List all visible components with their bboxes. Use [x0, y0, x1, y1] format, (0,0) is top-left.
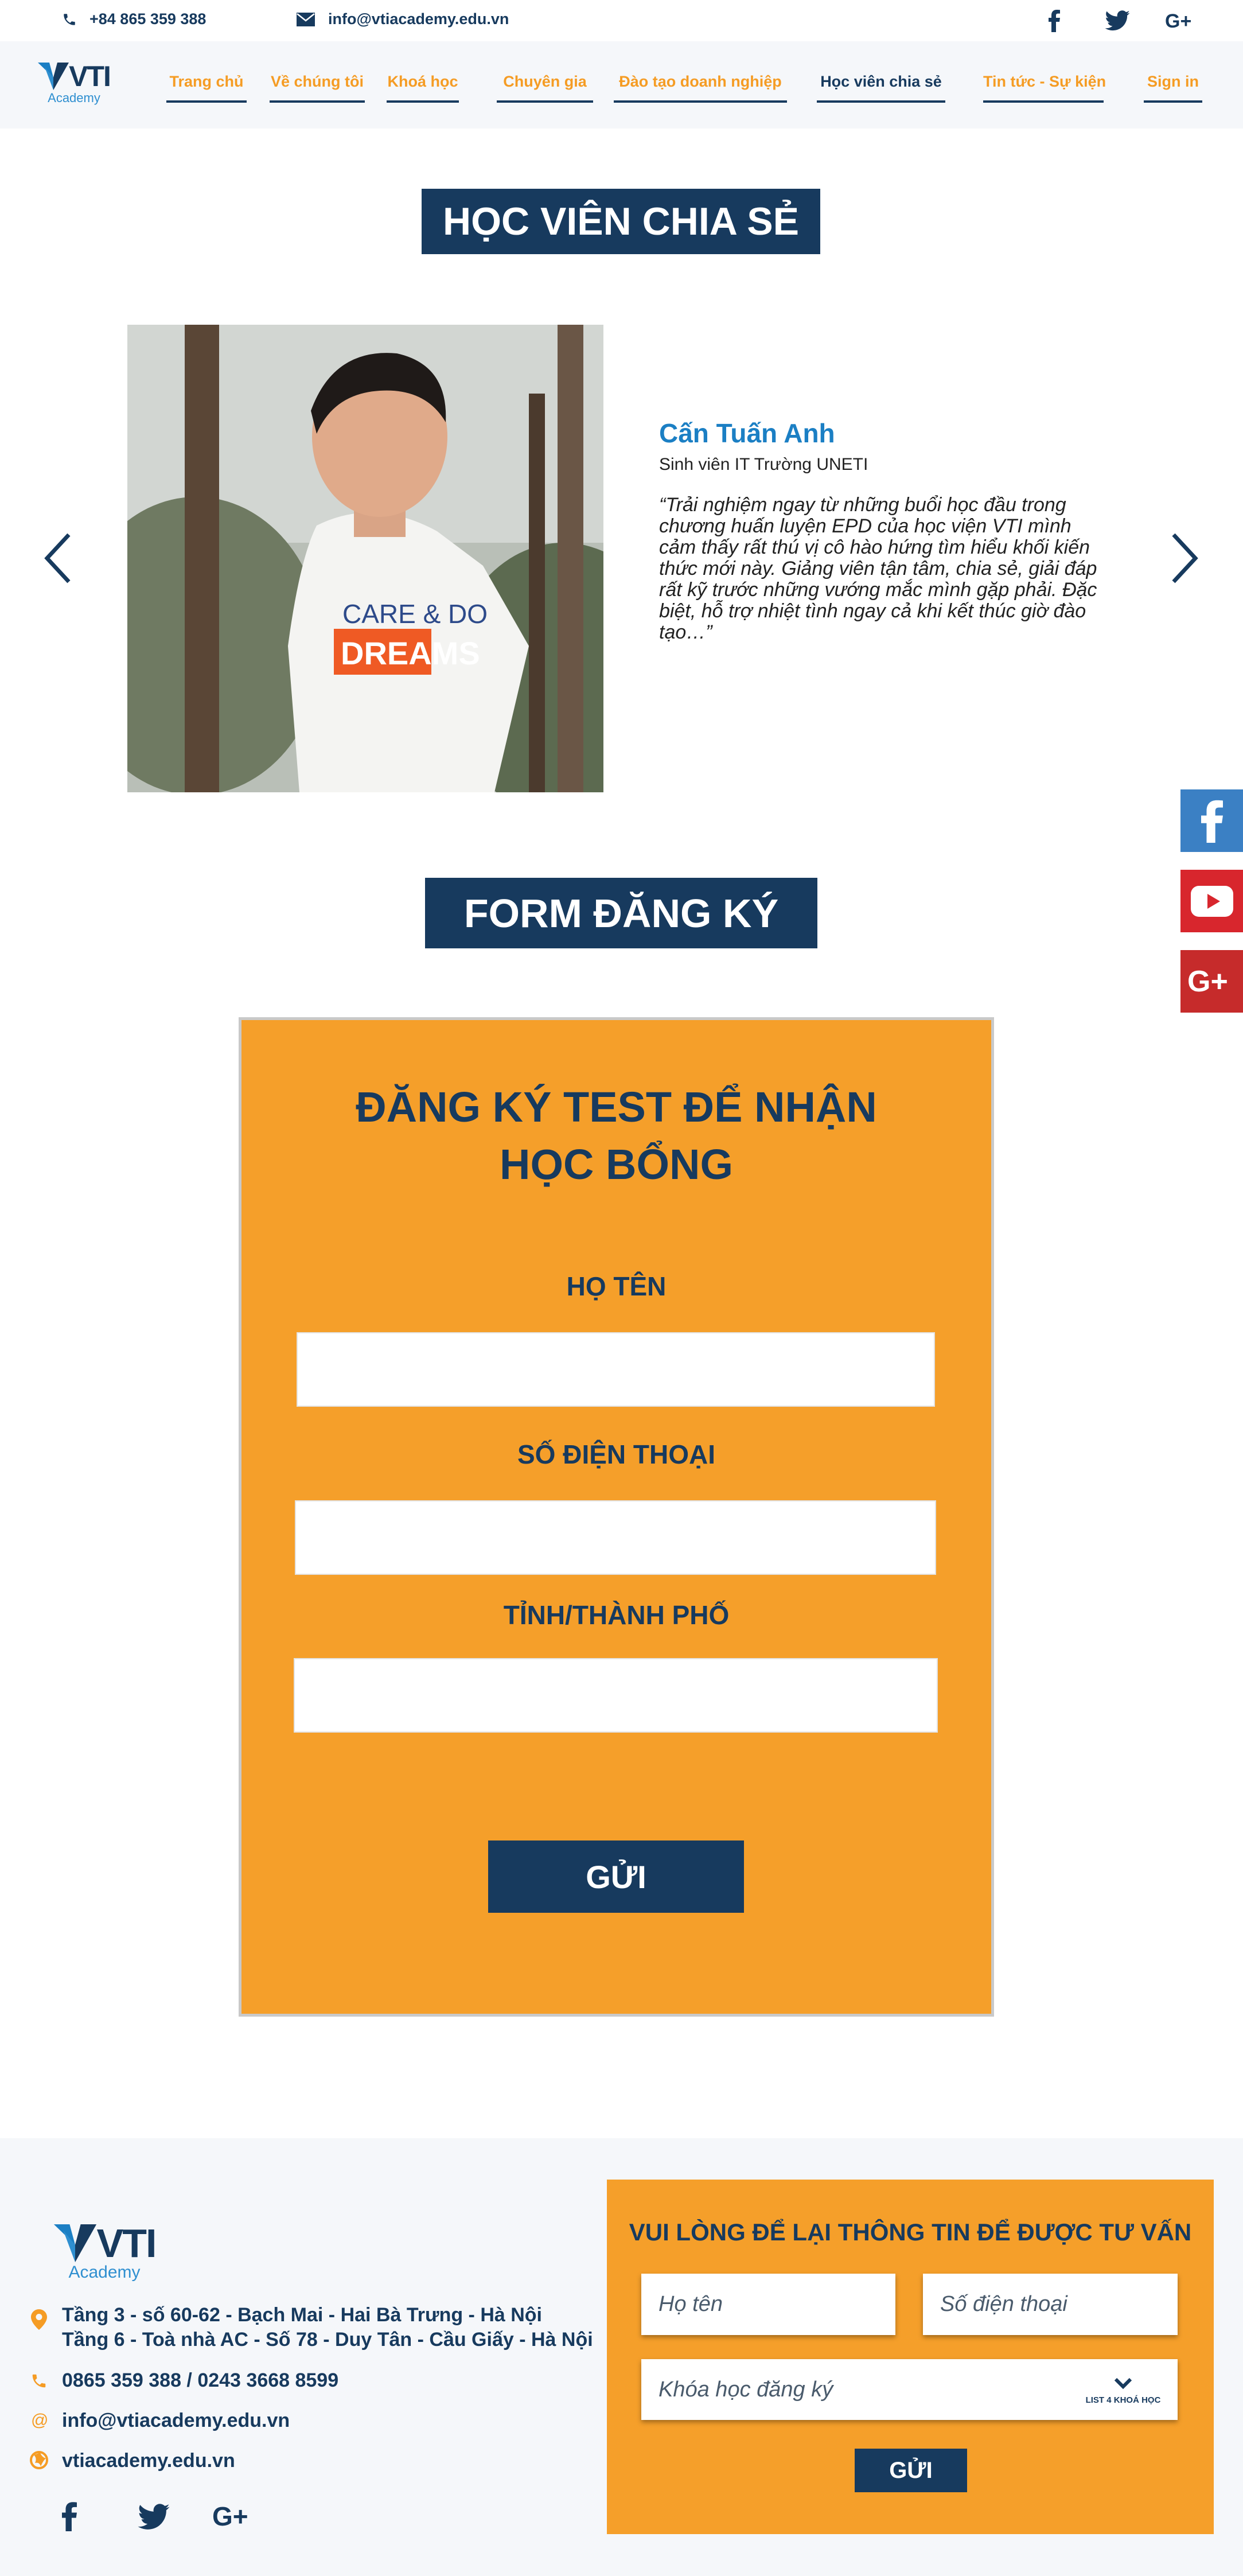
svg-text:G+: G+	[212, 2501, 248, 2530]
nav-item-experts[interactable]: Chuyên gia	[497, 73, 593, 103]
vti-logo-mark-icon	[53, 2224, 96, 2262]
footer-logo-wordmark: VTI	[96, 2221, 157, 2266]
floating-google-plus-button[interactable]: G+	[1180, 950, 1243, 1013]
svg-text:G+: G+	[1165, 11, 1191, 30]
svg-text:G+: G+	[1187, 967, 1228, 996]
twitter-icon[interactable]	[1104, 7, 1131, 34]
phone-input[interactable]	[295, 1500, 936, 1575]
at-icon: @	[29, 2410, 49, 2430]
student-name: Cấn Tuấn Anh	[659, 418, 835, 448]
email-text: info@vtiacademy.edu.vn	[328, 10, 509, 28]
nav-item-enterprise[interactable]: Đào tạo doanh nghiệp	[614, 73, 787, 103]
facebook-icon[interactable]	[1043, 7, 1066, 34]
phone-text: +84 865 359 388	[89, 10, 206, 28]
nav-item-testimonials[interactable]: Học viên chia sẻ	[817, 73, 945, 103]
main-nav: VTI Academy Trang chủ Về chúng tôi Khoá …	[0, 41, 1243, 129]
course-list-hint: LIST 4 KHOÁ HỌC	[1085, 2395, 1161, 2405]
nav-item-sign-in[interactable]: Sign in	[1144, 73, 1202, 103]
contact-phone[interactable]: +84 865 359 388	[62, 10, 206, 28]
full-name-label: HỌ TÊN	[566, 1271, 667, 1301]
location-pin-icon	[29, 2309, 49, 2330]
google-plus-icon[interactable]: G+	[1164, 7, 1197, 34]
logo-wordmark: VTI	[69, 60, 111, 92]
footer-twitter-icon[interactable]	[138, 2504, 170, 2530]
register-form-heading: ĐĂNG KÝ TEST ĐỂ NHẬN HỌC BỔNG	[239, 1079, 994, 1193]
floating-facebook-button[interactable]	[1180, 789, 1243, 852]
nav-item-home[interactable]: Trang chủ	[166, 73, 247, 103]
footer-website[interactable]: vtiacademy.edu.vn	[62, 2450, 235, 2472]
nav-item-about[interactable]: Về chúng tôi	[270, 73, 365, 103]
footer-logo-subtitle: Academy	[68, 2263, 141, 2282]
register-heading-line-2: HỌC BỔNG	[500, 1141, 733, 1188]
shirt-text-main: DREAMS	[341, 635, 480, 671]
register-heading-line-1: ĐĂNG KÝ TEST ĐỂ NHẬN	[356, 1083, 877, 1131]
consult-submit-button[interactable]: GỬI	[855, 2449, 967, 2492]
shirt-text-top: CARE & DO	[342, 599, 488, 629]
chevron-left-icon	[44, 533, 71, 583]
register-submit-button[interactable]: GỬI	[488, 1840, 744, 1913]
chevron-down-icon	[1114, 2377, 1132, 2389]
student-role: Sinh viên IT Trường UNETI	[659, 455, 868, 474]
consult-title: VUI LÒNG ĐỂ LẠI THÔNG TIN ĐỂ ĐƯỢC TƯ VẤN	[629, 2219, 1192, 2246]
svg-text:@: @	[31, 2411, 48, 2429]
google-plus-icon: G+	[1187, 967, 1228, 996]
phone-icon	[29, 2371, 49, 2391]
full-name-input[interactable]	[297, 1332, 935, 1407]
footer-google-plus-icon[interactable]: G+	[212, 2501, 256, 2531]
chevron-right-icon	[1172, 533, 1198, 583]
course-select-toggle[interactable]: LIST 4 KHOÁ HỌC	[1077, 2366, 1169, 2415]
contact-email[interactable]: info@vtiacademy.edu.vn	[296, 10, 509, 28]
vti-logo-mark-icon	[38, 63, 69, 90]
youtube-icon	[1190, 885, 1233, 917]
testimonials-title: HỌC VIÊN CHIA SẺ	[422, 189, 820, 254]
carousel-prev-button[interactable]	[38, 527, 78, 590]
globe-icon	[29, 2450, 49, 2470]
province-label: TỈNH/THÀNH PHỐ	[503, 1600, 730, 1630]
student-photo: CARE & DO DREAMS	[127, 325, 603, 792]
nav-item-news[interactable]: Tin tức - Sự kiện	[983, 73, 1106, 103]
floating-youtube-button[interactable]	[1180, 870, 1243, 932]
facebook-icon	[1201, 800, 1223, 843]
footer-facebook-icon[interactable]	[62, 2501, 78, 2532]
contact-bar: +84 865 359 388 info@vtiacademy.edu.vn G…	[0, 0, 1243, 41]
address-line-1: Tầng 3 - số 60-62 - Bạch Mai - Hai Bà Tr…	[62, 2304, 543, 2326]
nav-item-courses[interactable]: Khoá học	[387, 73, 459, 103]
logo-subtitle: Academy	[48, 91, 100, 105]
footer-vti-logo[interactable]: VTI Academy	[47, 2220, 162, 2282]
phone-icon	[64, 13, 75, 25]
carousel-next-button[interactable]	[1164, 527, 1205, 590]
province-input[interactable]	[294, 1658, 938, 1733]
address-line-2: Tầng 6 - Toà nhà AC - Số 78 - Duy Tân - …	[62, 2329, 593, 2351]
footer-phones[interactable]: 0865 359 388 / 0243 3668 8599	[62, 2369, 338, 2392]
consult-phone-input[interactable]: Số điện thoại	[923, 2274, 1178, 2335]
footer-email[interactable]: info@vtiacademy.edu.vn	[62, 2410, 290, 2432]
mail-icon	[297, 12, 315, 26]
student-quote: “Trải nghiệm ngay từ những buổi học đầu …	[659, 494, 1097, 643]
register-section-title: FORM ĐĂNG KÝ	[425, 878, 817, 948]
vti-logo[interactable]: VTI Academy	[31, 60, 117, 106]
consult-name-input[interactable]: Họ tên	[641, 2274, 895, 2335]
phone-label: SỐ ĐIỆN THOẠI	[517, 1439, 716, 1469]
course-select-value: Khóa học đăng ký	[658, 2377, 833, 2402]
